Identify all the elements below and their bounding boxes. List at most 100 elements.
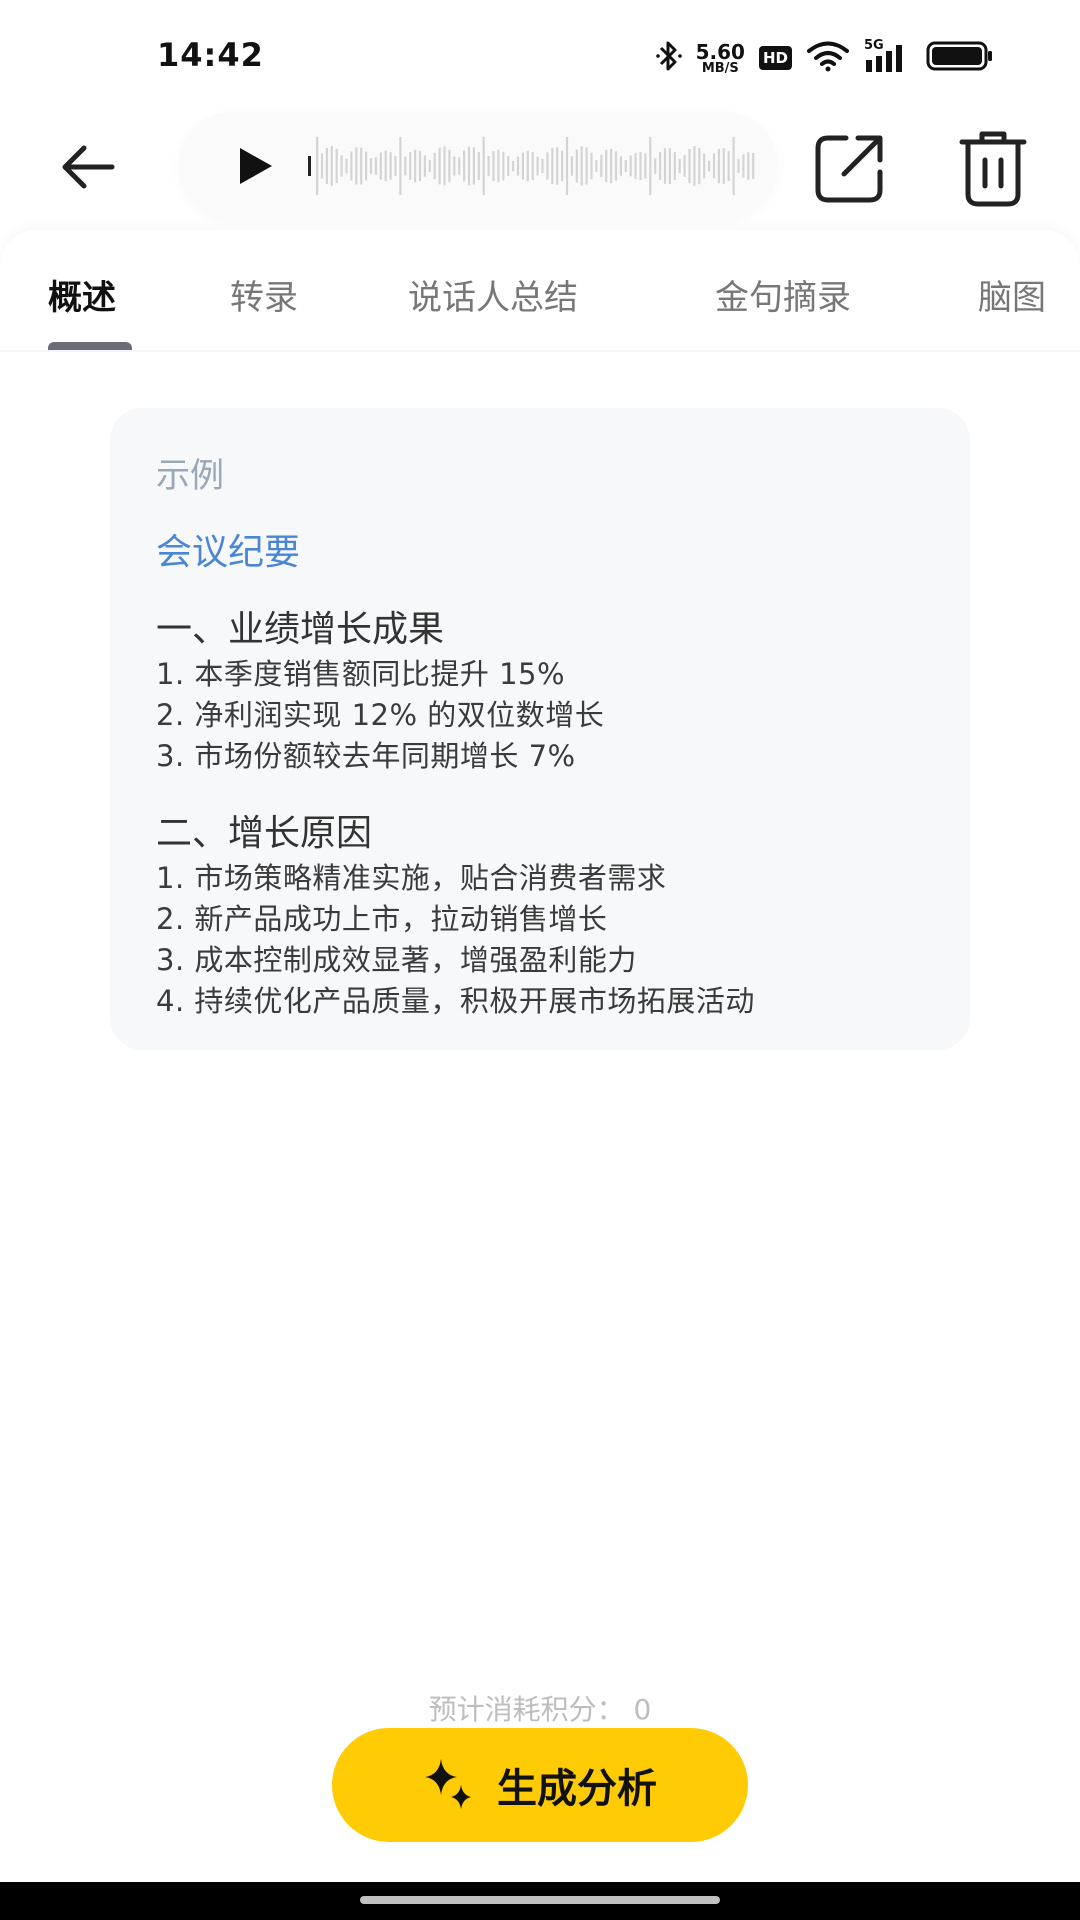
- list-item: 1. 本季度销售额同比提升 15%: [156, 657, 566, 691]
- tab-bar: 概述 转录 说话人总结 金句摘录 脑图: [0, 230, 1080, 350]
- waveform-bar: [732, 137, 735, 195]
- waveform-bar: [521, 152, 524, 180]
- waveform-bar: [683, 155, 686, 177]
- waveform-bar: [345, 158, 348, 174]
- list-item: 3. 市场份额较去年同期增长 7%: [156, 739, 576, 773]
- waveform-bar: [374, 157, 377, 175]
- waveform-bar: [610, 148, 613, 184]
- waveform-bar: [659, 152, 662, 180]
- waveform-bar: [634, 153, 637, 179]
- battery-icon: [926, 41, 994, 75]
- waveform-bar: [433, 152, 436, 180]
- waveform-bar: [409, 152, 412, 180]
- waveform-bar: [541, 158, 544, 174]
- waveform-bar: [727, 151, 730, 181]
- system-nav-bar: [0, 1882, 1080, 1920]
- section-heading: 一、业绩增长成果: [156, 609, 445, 650]
- audio-waveform[interactable]: [308, 130, 758, 202]
- screen: 14:42 5.60 MB/S HD 5G 概述 转录 说话人总结 金句摘录 脑…: [0, 0, 1080, 1920]
- list-item: 1. 市场策略精准实施，贴合消费者需求: [156, 861, 667, 895]
- waveform-bar: [350, 151, 353, 181]
- waveform-bar: [360, 147, 363, 185]
- waveform-bar: [365, 151, 368, 181]
- bluetooth-icon: [655, 39, 682, 77]
- waveform-bar: [467, 146, 471, 186]
- status-bar: 14:42 5.60 MB/S HD 5G: [0, 0, 1080, 110]
- waveform-bar: [644, 153, 647, 179]
- waveform-bar: [673, 152, 676, 180]
- generate-analysis-button[interactable]: 生成分析: [332, 1728, 748, 1842]
- arrow-left-icon: [62, 145, 115, 189]
- waveform-bar: [595, 160, 598, 172]
- waveform-bar: [502, 151, 505, 181]
- document-title: 会议纪要: [156, 532, 301, 573]
- speed-unit: MB/S: [701, 60, 739, 76]
- speed-value: 5.60: [695, 39, 745, 64]
- home-indicator[interactable]: [360, 1896, 720, 1904]
- share-button[interactable]: [810, 128, 890, 208]
- waveform-bar: [355, 147, 358, 185]
- status-icons: 5.60 MB/S HD 5G: [655, 38, 994, 78]
- waveform-bar: [438, 147, 441, 185]
- trash-icon: [959, 131, 1027, 207]
- waveform-bar: [507, 156, 510, 176]
- waveform-bar: [605, 149, 608, 182]
- network-speed: 5.60 MB/S: [696, 42, 745, 75]
- waveform-bar: [516, 156, 520, 176]
- waveform-bar: [561, 150, 564, 182]
- waveform-bar: [487, 156, 490, 176]
- waveform-bar: [629, 155, 632, 177]
- play-button[interactable]: [230, 142, 278, 190]
- section-heading: 二、增长原因: [156, 813, 373, 854]
- share-icon: [815, 135, 883, 203]
- waveform-bar: [497, 149, 500, 183]
- waveform-bar: [472, 147, 475, 185]
- waveform-bar: [404, 156, 407, 176]
- waveform-bar: [463, 150, 466, 182]
- waveform-bar: [708, 160, 711, 172]
- waveform-bar: [536, 156, 539, 176]
- waveform-bar: [737, 159, 740, 173]
- waveform-bar: [639, 151, 642, 181]
- waveform-bar: [399, 137, 402, 195]
- waveform-bar: [531, 152, 534, 180]
- waveform-bar: [663, 148, 667, 184]
- waveform-bar: [556, 147, 559, 185]
- tab-transcript[interactable]: 转录: [230, 270, 298, 319]
- waveform-bar: [654, 158, 657, 174]
- tab-mind-map[interactable]: 脑图: [978, 270, 1046, 319]
- list-item: 3. 成本控制成效显著，增强盈利能力: [156, 943, 637, 977]
- playback-cursor: [308, 156, 311, 176]
- top-toolbar: [0, 110, 1080, 230]
- waveform-bar: [369, 158, 373, 174]
- waveform-bar: [717, 148, 720, 184]
- hd-badge: HD: [758, 46, 792, 70]
- waveform-bar: [394, 155, 397, 176]
- waveform-bar: [320, 153, 324, 179]
- delete-button[interactable]: [958, 128, 1028, 208]
- back-button[interactable]: [55, 134, 121, 200]
- tab-overview[interactable]: 概述: [48, 270, 116, 319]
- waveform-bar: [423, 155, 426, 177]
- waveform-bar: [453, 156, 456, 176]
- waveform-bar: [575, 149, 578, 183]
- waveform-bar: [600, 154, 603, 178]
- tab-quotes[interactable]: 金句摘录: [715, 270, 851, 319]
- list-item: 2. 新产品成功上市，拉动销售增长: [156, 902, 608, 936]
- waveform-bar: [428, 159, 431, 173]
- waveform-bar: [703, 153, 706, 179]
- waveform-bar: [565, 137, 569, 195]
- waveform-bar: [379, 152, 382, 180]
- sparkle-icon: [425, 1759, 471, 1809]
- wifi-icon: [806, 40, 850, 76]
- waveform-bar: [619, 156, 622, 176]
- status-time: 14:42: [157, 36, 264, 74]
- list-item: 2. 净利润实现 12% 的双位数增长: [156, 698, 605, 732]
- waveform-bar: [316, 137, 319, 195]
- tab-speaker-summary[interactable]: 说话人总结: [408, 270, 578, 319]
- list-item: 4. 持续优化产品质量，积极开展市场拓展活动: [156, 984, 755, 1018]
- cellular-signal-icon: 5G: [864, 38, 912, 74]
- waveform-bar: [742, 154, 745, 178]
- waveform-bar: [551, 147, 554, 185]
- waveform-bar: [678, 159, 681, 174]
